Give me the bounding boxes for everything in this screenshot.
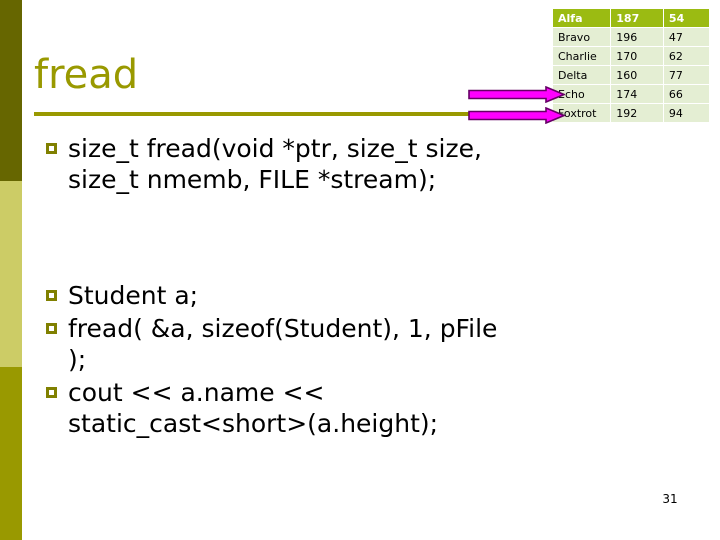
table-cell: Delta [553,66,611,84]
slide-title: fread [34,52,139,98]
table-cell: 77 [663,66,709,84]
sidebar-segment-top [0,0,22,181]
table-header-cell: 54 [663,9,709,27]
table-header-cell: Alfa [553,9,611,27]
square-bullet-icon [46,387,57,398]
page-number: 31 [662,492,678,506]
table-cell: 196 [611,28,663,46]
title-underline-rule [34,112,471,116]
table-row: Foxtrot 192 94 [553,104,709,122]
square-bullet-icon [46,290,57,301]
table-row: Echo 174 66 [553,85,709,103]
table-cell: 94 [663,104,709,122]
table-cell: 47 [663,28,709,46]
bullet-text: size_t fread(void *ptr, size_t size, siz… [68,134,482,194]
table-cell: Bravo [553,28,611,46]
square-bullet-icon [46,143,57,154]
table-row: Delta 160 77 [553,66,709,84]
right-arrow-icon [468,107,565,124]
list-item: size_t fread(void *ptr, size_t size, siz… [46,133,504,195]
table-row: Bravo 196 47 [553,28,709,46]
bullet-text: fread( &a, sizeof(Student), 1, pFile ); [68,314,498,374]
right-arrow-icon [468,86,565,103]
table-header-row: Alfa 187 54 [553,9,709,27]
list-item: cout << a.name << static_cast<short>(a.h… [46,377,504,439]
list-item: Student a; [46,280,504,311]
table-cell: 160 [611,66,663,84]
bullet-group-example-code: Student a; fread( &a, sizeof(Student), 1… [46,280,504,441]
bullet-text: Student a; [68,281,199,310]
square-bullet-icon [46,323,57,334]
table-cell: 62 [663,47,709,65]
table-header-cell: 187 [611,9,663,27]
list-item: fread( &a, sizeof(Student), 1, pFile ); [46,313,504,375]
table-cell: 66 [663,85,709,103]
sidebar-decoration-stripe [0,0,22,540]
bullet-group-signature: size_t fread(void *ptr, size_t size, siz… [46,133,504,197]
table-cell: 174 [611,85,663,103]
table-cell: 192 [611,104,663,122]
data-table: Alfa 187 54 Bravo 196 47 Charlie 170 62 … [552,8,710,123]
table-row: Charlie 170 62 [553,47,709,65]
sidebar-segment-middle [0,181,22,367]
table-cell: Charlie [553,47,611,65]
table-cell: 170 [611,47,663,65]
bullet-text: cout << a.name << static_cast<short>(a.h… [68,378,439,438]
sidebar-segment-bottom [0,367,22,540]
